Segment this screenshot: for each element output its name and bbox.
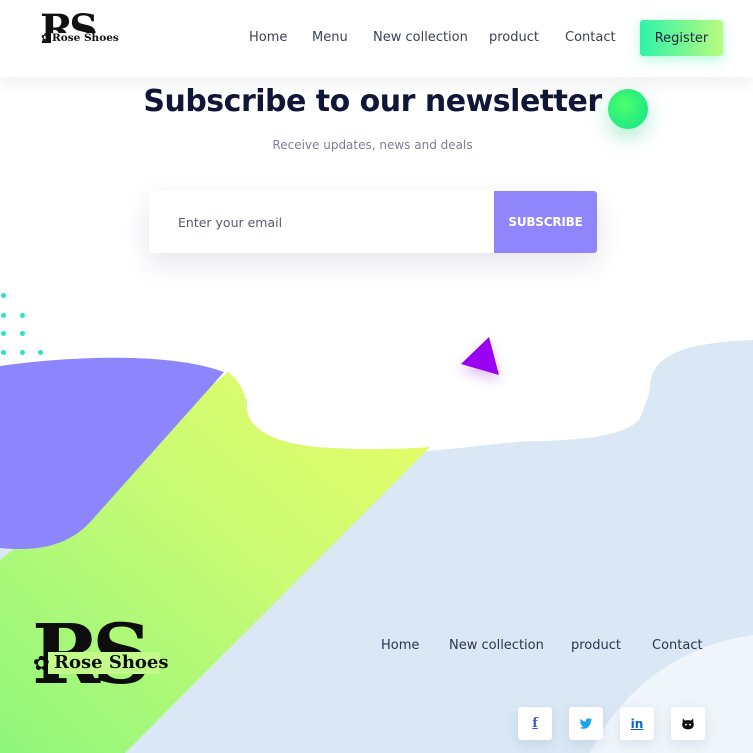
subscribe-button[interactable]: SUBSCRIBE (494, 191, 597, 253)
newsletter-subtitle: Receive updates, news and deals (272, 138, 473, 152)
twitter-icon (579, 717, 593, 729)
email-input[interactable] (149, 191, 494, 253)
facebook-button[interactable]: f (518, 707, 552, 740)
rose-icon: ✿ (41, 31, 51, 44)
footer-link-contact[interactable]: Contact (652, 638, 703, 653)
top-navbar: RS ✿ Rose Shoes Home Menu New collection… (0, 0, 753, 77)
nav-link-new-collection[interactable]: New collection (373, 30, 468, 45)
brand-logo[interactable]: RS ✿ Rose Shoes (40, 10, 120, 60)
nav-link-home[interactable]: Home (249, 30, 287, 45)
footer-brand-logo[interactable]: RS ✿ Rose Shoes (32, 614, 169, 706)
rose-icon: ✿ (33, 651, 50, 675)
linkedin-button[interactable]: in (620, 707, 654, 740)
github-icon (682, 718, 694, 730)
linkedin-icon: in (630, 716, 644, 731)
logo-name: Rose Shoes (51, 32, 120, 45)
green-orb-decoration (608, 89, 648, 129)
subscribe-form: SUBSCRIBE (149, 191, 597, 253)
twitter-button[interactable] (569, 707, 603, 740)
footer-link-home[interactable]: Home (381, 638, 419, 653)
footer-link-new-collection[interactable]: New collection (449, 638, 544, 653)
github-button[interactable] (671, 707, 705, 740)
white-blob (230, 355, 645, 449)
nav-link-menu[interactable]: Menu (312, 30, 348, 45)
facebook-icon: f (532, 716, 538, 731)
nav-link-contact[interactable]: Contact (565, 30, 616, 45)
register-button[interactable]: Register (640, 20, 723, 56)
footer-link-product[interactable]: product (571, 638, 621, 653)
footer-logo-name: Rose Shoes (54, 652, 169, 673)
nav-link-product[interactable]: product (489, 30, 539, 45)
